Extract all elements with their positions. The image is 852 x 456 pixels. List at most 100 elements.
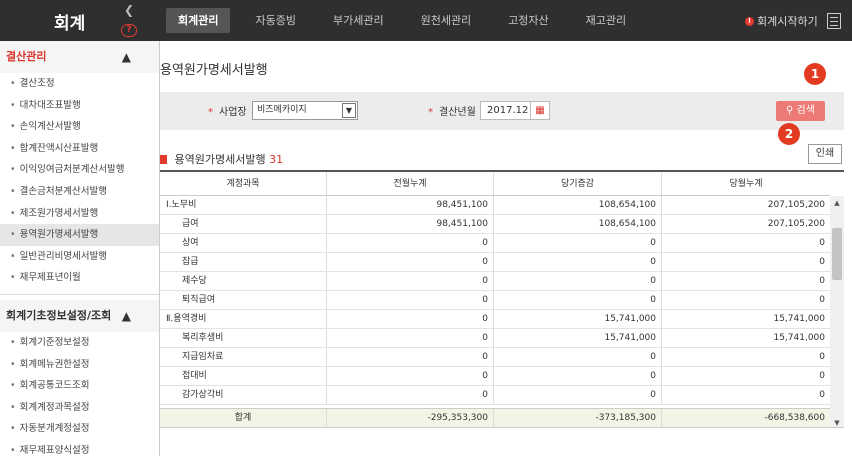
sidebar-item[interactable]: • 회계메뉴권한설정: [0, 354, 159, 376]
table-cell-delta: 0: [494, 367, 662, 385]
sidebar-item[interactable]: • 대차대조표발행: [0, 95, 159, 117]
sidebar-section-closing[interactable]: 결산관리 ▲: [0, 41, 159, 73]
sidebar-item-label: 회계메뉴권한설정: [19, 358, 90, 370]
sidebar-item[interactable]: • 재무제표년이월: [0, 267, 159, 289]
table-cell-name: 복리후생비: [160, 329, 327, 347]
sidebar-item[interactable]: • 손익계산서발행: [0, 116, 159, 138]
sidebar-section-basic-info[interactable]: 회계기초정보설정/조회 ▲: [0, 299, 159, 332]
table-row[interactable]: 상여 0 0 0: [160, 234, 830, 253]
table-row[interactable]: 제수당 0 0 0: [160, 272, 830, 291]
chevron-up-icon[interactable]: ▲: [122, 300, 131, 332]
bullet-icon: •: [10, 423, 16, 435]
table-cell-curr: 0: [819, 257, 825, 267]
question-icon[interactable]: ?: [121, 24, 137, 37]
table-cell-curr: 15,741,000: [773, 314, 825, 324]
sidebar-item-label: 제조원가명세서발행: [19, 207, 99, 219]
biz-select[interactable]: 비즈메카이지 ▼: [252, 101, 358, 120]
tab-0[interactable]: 회계관리: [166, 8, 231, 33]
bullet-icon: •: [10, 99, 16, 111]
table-cell-name: Ⅱ.용역경비: [160, 310, 327, 328]
table-row[interactable]: 접대비 0 0 0: [160, 367, 830, 386]
table-row[interactable]: 감가상각비 0 0 0: [160, 386, 830, 405]
sidebar-item-label: 손익계산서발행: [19, 121, 81, 133]
bullet-icon: •: [10, 336, 16, 348]
start-accounting-label: 회계시작하기: [757, 15, 818, 28]
header-curr[interactable]: 당월누계: [662, 172, 830, 195]
search-label: 검색: [796, 105, 815, 116]
tab-1[interactable]: 자동증빙: [243, 8, 307, 33]
sidebar-item[interactable]: • 일반관리비명세서발행: [0, 246, 159, 268]
bullet-icon: •: [10, 229, 16, 241]
table-row[interactable]: Ⅱ.용역경비 0 15,741,000 15,741,000: [160, 310, 830, 329]
scroll-up-icon[interactable]: ▲: [830, 196, 844, 210]
sidebar-item[interactable]: • 결손금처분계산서발행: [0, 181, 159, 203]
sidebar-item[interactable]: • 결산조정: [0, 73, 159, 95]
header-delta[interactable]: 당기증감: [494, 172, 662, 195]
sidebar: 결산관리 ▲ • 결산조정 • 대차대조표발행 • 손익계산서발행 • 합계잔액시산표발행 • 이…: [0, 41, 160, 456]
sidebar-item[interactable]: • 재무제표양식설정: [0, 440, 159, 456]
sidebar-item[interactable]: • 자동분개계정설정: [0, 418, 159, 440]
sidebar-item-label: 대차대조표발행: [19, 99, 81, 111]
biz-value: 비즈메카이지: [257, 105, 307, 115]
sidebar-item[interactable]: • 이익잉여금처분계산서발행: [0, 159, 159, 181]
tab-5[interactable]: 재고관리: [574, 8, 638, 33]
tab-2[interactable]: 부가세관리: [321, 8, 396, 33]
table-cell-name: 퇴직급여: [160, 291, 327, 309]
header-account[interactable]: 계정과목: [160, 172, 327, 195]
sidebar-item-label: 재무제표양식설정: [19, 444, 90, 456]
calendar-icon[interactable]: ▦: [530, 101, 550, 120]
sidebar-item[interactable]: • 용역원가명세서발행: [0, 224, 159, 246]
chevron-left-icon[interactable]: ❮: [124, 3, 134, 17]
chevron-down-icon[interactable]: ▼: [342, 103, 356, 118]
sidebar-item[interactable]: • 회계계정과목설정: [0, 397, 159, 419]
header-prev[interactable]: 전월누계: [327, 172, 494, 195]
section-marker-icon: [160, 155, 167, 164]
table-row[interactable]: 지급임차료 0 0 0: [160, 348, 830, 367]
table-cell-prev: 0: [327, 272, 494, 290]
bullet-icon: •: [10, 358, 16, 370]
bullet-icon: •: [10, 444, 16, 456]
table-cell-prev: 98,451,100: [327, 196, 494, 214]
table-row[interactable]: 퇴직급여 0 0 0: [160, 291, 830, 310]
sidebar-item[interactable]: • 제조원가명세서발행: [0, 203, 159, 225]
table-cell-curr: 0: [819, 295, 825, 305]
calculator-icon[interactable]: [827, 13, 841, 29]
tab-4[interactable]: 고정자산: [496, 8, 560, 33]
sidebar-item-label: 재무제표년이월: [19, 272, 81, 284]
table-cell-prev: 0: [327, 310, 494, 328]
app-title: 회계: [54, 14, 86, 34]
sidebar-section-items: • 결산조정 • 대차대조표발행 • 손익계산서발행 • 합계잔액시산표발행 • 이익잉여금처분계…: [0, 73, 159, 289]
section-title: 용역원가명세서발행 31: [160, 151, 283, 167]
sidebar-item[interactable]: • 합계잔액시산표발행: [0, 138, 159, 160]
scroll-down-icon[interactable]: ▼: [830, 416, 844, 427]
table-row[interactable]: 복리후생비 0 15,741,000 15,741,000: [160, 329, 830, 348]
table-cell-curr: 207,105,200: [767, 219, 825, 229]
table-row[interactable]: Ⅰ.노무비 98,451,100 108,654,100 207,105,200: [160, 196, 830, 215]
chevron-up-icon[interactable]: ▲: [122, 41, 131, 73]
main-content: 용역원가명세서발행 1 * 사업장 비즈메카이지 ▼ * 결산년월 2017.12 …: [160, 41, 852, 456]
search-button[interactable]: ⚲ 검색: [776, 101, 825, 121]
total-curr: -668,538,600: [764, 413, 825, 423]
start-accounting-link[interactable]: ! 회계시작하기: [745, 13, 818, 29]
table-cell-delta: 0: [494, 291, 662, 309]
table-cell-delta: 0: [494, 348, 662, 366]
table-cell-name: 잡급: [160, 253, 327, 271]
sidebar-item-label: 회계계정과목설정: [19, 401, 90, 413]
sidebar-item[interactable]: • 회계공통코드조회: [0, 375, 159, 397]
tab-3[interactable]: 원천세관리: [409, 8, 484, 33]
total-delta: -373,185,300: [494, 409, 662, 427]
vertical-scrollbar[interactable]: ▲ ▼: [830, 196, 844, 427]
sidebar-item[interactable]: • 회계기준정보설정: [0, 332, 159, 354]
table-row[interactable]: 잡급 0 0 0: [160, 253, 830, 272]
table-cell-name: 감가상각비: [160, 386, 327, 404]
table-cell-curr: 0: [819, 371, 825, 381]
table-cell-delta: 15,741,000: [494, 329, 662, 347]
table-cell-prev: 0: [327, 386, 494, 404]
table-row[interactable]: 급여 98,451,100 108,654,100 207,105,200: [160, 215, 830, 234]
print-button[interactable]: 인쇄: [808, 144, 842, 164]
table-cell-delta: 0: [494, 253, 662, 271]
scroll-thumb[interactable]: [832, 228, 842, 280]
table-cell-name: 급여: [160, 215, 327, 233]
filter-bar: * 사업장 비즈메카이지 ▼ * 결산년월 2017.12 ▦ ⚲ 검색: [160, 92, 844, 130]
data-grid: 계정과목 전월누계 당기증감 당월누계 Ⅰ.노무비 98,451,100 108,6…: [160, 170, 844, 428]
